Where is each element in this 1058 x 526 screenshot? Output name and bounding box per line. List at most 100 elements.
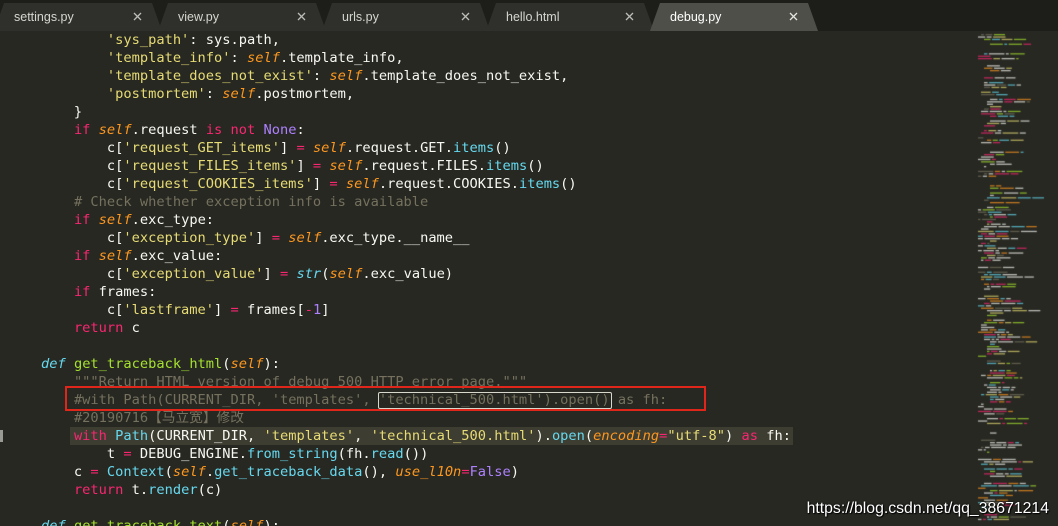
tab-settings-py[interactable]: settings.py	[0, 3, 162, 31]
code-editor[interactable]: 'sys_path': sys.path, 'template_info': s…	[0, 31, 965, 526]
tab-view-py[interactable]: view.py	[158, 3, 326, 31]
code-line[interactable]: c['request_FILES_items'] = self.request.…	[8, 157, 544, 175]
code-token: (	[584, 428, 594, 444]
code-token: is	[205, 122, 223, 138]
code-token: c[	[8, 158, 124, 174]
code-token: .exc_type:	[131, 212, 215, 228]
code-token: fh:	[758, 428, 791, 444]
code-token: read	[370, 446, 404, 462]
code-token: return	[73, 320, 124, 336]
code-token: .exc_value:	[131, 248, 223, 264]
code-token: .request	[131, 122, 206, 138]
code-line[interactable]: if self.exc_type:	[8, 211, 214, 229]
code-token: t.	[123, 482, 149, 498]
code-token: None	[263, 122, 297, 138]
code-token: .request.COOKIES.	[378, 176, 519, 192]
code-token: t	[8, 446, 124, 462]
code-line[interactable]: 'sys_path': sys.path,	[8, 31, 280, 49]
line-modified-marker	[0, 430, 3, 442]
close-icon[interactable]	[461, 12, 470, 21]
code-line[interactable]: if self.exc_value:	[8, 247, 222, 265]
code-token: : sys.path,	[189, 32, 280, 48]
code-token: =	[271, 230, 280, 246]
minimap[interactable]	[975, 31, 1058, 526]
code-line[interactable]: return t.render(c)	[8, 481, 222, 499]
code-token: 'request_FILES_items'	[123, 158, 297, 174]
code-line[interactable]: return c	[8, 319, 140, 337]
code-line[interactable]: t = DEBUG_ENGINE.from_string(fh.read())	[8, 445, 428, 463]
code-token: frames[	[238, 302, 305, 318]
code-token: ()	[494, 140, 511, 156]
code-line[interactable]: 'template_info': self.template_info,	[8, 49, 404, 67]
code-token: if	[73, 212, 91, 228]
code-line[interactable]: }	[8, 103, 82, 121]
code-token: =	[329, 176, 338, 192]
code-token: from_string	[247, 446, 338, 462]
tab-bar: settings.py view.py urls.py hello.html d…	[0, 0, 1058, 31]
close-icon[interactable]	[789, 12, 798, 21]
code-token: def	[40, 356, 66, 372]
code-line[interactable]: def get_traceback_text(self):	[8, 517, 280, 526]
code-token: False	[469, 464, 511, 480]
code-token: items	[518, 176, 561, 192]
code-token: :	[312, 68, 330, 84]
code-token: =	[90, 464, 99, 480]
code-token: :	[205, 86, 223, 102]
code-token: ]	[214, 302, 231, 318]
code-line[interactable]: c['lastframe'] = frames[-1]	[8, 301, 330, 319]
code-token: DEBUG_ENGINE.	[131, 446, 247, 462]
code-line[interactable]: # Check whether exception info is availa…	[8, 193, 428, 211]
code-token: =	[296, 140, 305, 156]
code-line[interactable]: c['exception_type'] = self.exc_type.__na…	[8, 229, 470, 247]
code-token: Path	[115, 428, 149, 444]
code-token: self	[329, 266, 363, 282]
code-token: frames:	[90, 284, 157, 300]
code-token: ())	[403, 446, 429, 462]
code-token: =	[230, 302, 239, 318]
code-token: 1	[312, 302, 322, 318]
code-token: ):	[263, 356, 280, 372]
code-token: (),	[362, 464, 396, 480]
code-line[interactable]: #20190716【马立宽】修改	[8, 409, 244, 427]
close-icon[interactable]	[133, 12, 142, 21]
close-icon[interactable]	[297, 12, 306, 21]
code-token: encoding	[593, 428, 660, 444]
code-token: self	[246, 50, 280, 66]
code-token: (fh.	[337, 446, 371, 462]
code-token: ]	[296, 158, 313, 174]
code-line[interactable]: c = Context(self.get_traceback_data(), u…	[8, 463, 519, 481]
code-line[interactable]: 'postmortem': self.postmortem,	[8, 85, 354, 103]
tab-urls-py[interactable]: urls.py	[322, 3, 490, 31]
code-line[interactable]: if frames:	[8, 283, 156, 301]
code-line[interactable]: c['request_GET_items'] = self.request.GE…	[8, 139, 511, 157]
code-token: .exc_value)	[362, 266, 454, 282]
code-line[interactable]: 'template_does_not_exist': self.template…	[8, 67, 568, 85]
code-token: )	[510, 464, 520, 480]
code-token: return	[73, 482, 124, 498]
code-line[interactable]: def get_traceback_html(self):	[8, 355, 280, 373]
code-line[interactable]: c['exception_value'] = str(self.exc_valu…	[8, 265, 453, 283]
tab-debug-py[interactable]: debug.py	[650, 3, 818, 31]
close-icon[interactable]	[625, 12, 634, 21]
tab-label: urls.py	[342, 10, 379, 24]
code-token: 'sys_path'	[106, 32, 190, 48]
code-line[interactable]: with Path(CURRENT_DIR, 'templates', 'tec…	[8, 427, 791, 445]
tab-hello-html[interactable]: hello.html	[486, 3, 654, 31]
code-token: str	[296, 266, 322, 282]
code-line[interactable]: c['request_COOKIES_items'] = self.reques…	[8, 175, 577, 193]
code-token: use_l10n	[395, 464, 462, 480]
code-token: c[	[8, 266, 124, 282]
code-line[interactable]: if self.request is not None:	[8, 121, 305, 139]
code-token: ]	[312, 176, 330, 192]
code-token: =	[123, 446, 132, 462]
